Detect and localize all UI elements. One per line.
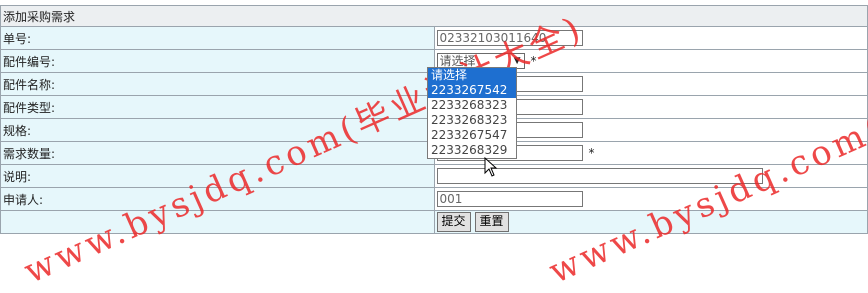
remark-label: 说明: [0, 164, 435, 188]
buttons-label-cell [0, 210, 435, 234]
part-no-dropdown-list: 请选择 2233267542 2233268323 2233268323 223… [427, 67, 517, 159]
dropdown-option[interactable]: 2233268323 [428, 113, 516, 128]
dropdown-option[interactable]: 2233268323 [428, 98, 516, 113]
form-header-row: 添加采购需求 [0, 5, 868, 27]
remark-cell [433, 164, 868, 188]
part-no-label: 配件编号: [0, 49, 435, 73]
part-name-label: 配件名称: [0, 72, 435, 96]
quantity-label: 需求数量: [0, 141, 435, 165]
row-remark: 说明: [0, 164, 868, 188]
dropdown-option[interactable]: 2233267547 [428, 128, 516, 143]
order-no-input[interactable] [436, 30, 583, 46]
applicant-input[interactable] [436, 191, 583, 207]
part-type-label: 配件类型: [0, 95, 435, 119]
row-buttons: 提交 重置 [0, 210, 868, 234]
dropdown-option[interactable]: 请选择 [428, 68, 516, 83]
spec-label: 规格: [0, 118, 435, 142]
submit-button[interactable]: 提交 [436, 212, 471, 232]
order-no-cell [433, 26, 868, 50]
order-no-label: 单号: [0, 26, 435, 50]
mouse-cursor-icon [484, 157, 498, 177]
row-order-no: 单号: [0, 26, 868, 50]
chevron-down-icon[interactable]: ▼ [514, 54, 521, 68]
applicant-label: 申请人: [0, 187, 435, 211]
dropdown-option[interactable]: 2233268329 [428, 143, 516, 158]
required-mark: * [588, 145, 595, 160]
applicant-cell [433, 187, 868, 211]
reset-button[interactable]: 重置 [474, 212, 509, 232]
part-no-selected-value: 请选择 [439, 54, 476, 68]
buttons-cell: 提交 重置 [433, 210, 868, 234]
row-applicant: 申请人: [0, 187, 868, 211]
required-mark: * [530, 53, 537, 68]
form-title: 添加采购需求 [0, 5, 868, 27]
dropdown-option[interactable]: 2233267542 [428, 83, 516, 98]
